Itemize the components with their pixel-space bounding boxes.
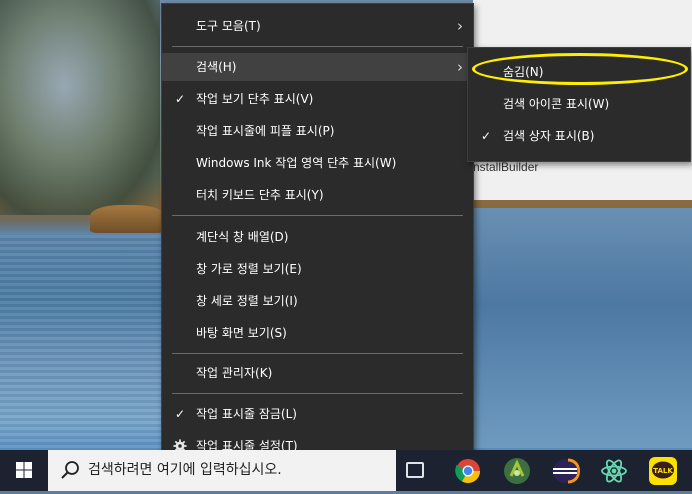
annotation-highlight-oval xyxy=(472,53,688,85)
menu-item-search[interactable]: 검색(H) › xyxy=(162,53,473,81)
windows-start-icon xyxy=(16,462,32,478)
menu-item-lock-taskbar[interactable]: ✓ 작업 표시줄 잠금(L) xyxy=(162,400,473,428)
taskbar-context-menu: 도구 모음(T) › 검색(H) › ✓ 작업 보기 단추 표시(V) 작업 표… xyxy=(161,3,474,471)
background-window-image xyxy=(473,208,692,448)
menu-item-label: 도구 모음(T) xyxy=(196,19,261,33)
kakaotalk-label: TALK xyxy=(653,467,673,475)
menu-item-label: Windows Ink 작업 영역 단추 표시(W) xyxy=(196,156,397,170)
menu-item-label: 바탕 화면 보기(S) xyxy=(196,326,287,340)
menu-item-label: 검색(H) xyxy=(196,60,237,74)
task-view-icon[interactable] xyxy=(406,462,424,478)
checkmark-icon: ✓ xyxy=(174,407,186,421)
checkmark-icon: ✓ xyxy=(480,129,492,143)
menu-item-task-manager[interactable]: 작업 관리자(K) xyxy=(162,359,473,387)
atom-icon[interactable] xyxy=(599,456,629,486)
search-icon xyxy=(61,461,79,479)
menu-item-toolbars[interactable]: 도구 모음(T) › xyxy=(162,12,473,40)
eclipse-icon[interactable] xyxy=(550,456,580,486)
menu-item-label: 작업 표시줄 잠금(L) xyxy=(196,407,297,421)
menu-item-label: 터치 키보드 단추 표시(Y) xyxy=(196,188,324,202)
menu-separator xyxy=(172,215,463,216)
menu-separator xyxy=(172,46,463,47)
taskbar[interactable]: 검색하려면 여기에 입력하십시오. TALK xyxy=(0,450,692,491)
menu-item-label: 계단식 창 배열(D) xyxy=(196,230,289,244)
chrome-icon[interactable] xyxy=(453,456,483,486)
taskbar-search-box[interactable]: 검색하려면 여기에 입력하십시오. xyxy=(48,450,396,491)
background-window-text: nstallBuilder xyxy=(473,160,539,174)
menu-item-label: 작업 보기 단추 표시(V) xyxy=(196,92,314,106)
chevron-right-icon: › xyxy=(457,58,463,76)
menu-item-task-view-button[interactable]: ✓ 작업 보기 단추 표시(V) xyxy=(162,85,473,113)
chevron-right-icon: › xyxy=(457,17,463,35)
start-button[interactable] xyxy=(0,450,48,491)
menu-item-label: 작업 관리자(K) xyxy=(196,366,273,380)
menu-separator xyxy=(172,353,463,354)
menu-item-cascade-windows[interactable]: 계단식 창 배열(D) xyxy=(162,223,473,251)
wallpaper-shore xyxy=(90,205,165,233)
android-studio-icon[interactable] xyxy=(502,456,532,486)
menu-item-touch-keyboard[interactable]: 터치 키보드 단추 표시(Y) xyxy=(162,181,473,209)
submenu-item-show-search-icon[interactable]: 검색 아이콘 표시(W) xyxy=(468,90,690,118)
menu-item-label: 작업 표시줄에 피플 표시(P) xyxy=(196,124,335,138)
menu-item-stack-windows[interactable]: 창 가로 정렬 보기(E) xyxy=(162,255,473,283)
search-placeholder: 검색하려면 여기에 입력하십시오. xyxy=(88,462,282,478)
menu-item-people[interactable]: 작업 표시줄에 피플 표시(P) xyxy=(162,117,473,145)
wallpaper-rocks xyxy=(0,0,160,215)
submenu-item-show-search-box[interactable]: ✓ 검색 상자 표시(B) xyxy=(468,122,690,150)
menu-separator xyxy=(172,393,463,394)
kakaotalk-icon[interactable]: TALK xyxy=(648,456,678,486)
menu-item-label: 창 가로 정렬 보기(E) xyxy=(196,262,302,276)
menu-item-label: 검색 상자 표시(B) xyxy=(503,129,595,143)
checkmark-icon: ✓ xyxy=(174,92,186,106)
menu-item-side-by-side[interactable]: 창 세로 정렬 보기(I) xyxy=(162,287,473,315)
menu-item-label: 검색 아이콘 표시(W) xyxy=(503,97,610,111)
menu-item-windows-ink[interactable]: Windows Ink 작업 영역 단추 표시(W) xyxy=(162,149,473,177)
menu-item-label: 창 세로 정렬 보기(I) xyxy=(196,294,298,308)
menu-item-show-desktop[interactable]: 바탕 화면 보기(S) xyxy=(162,319,473,347)
